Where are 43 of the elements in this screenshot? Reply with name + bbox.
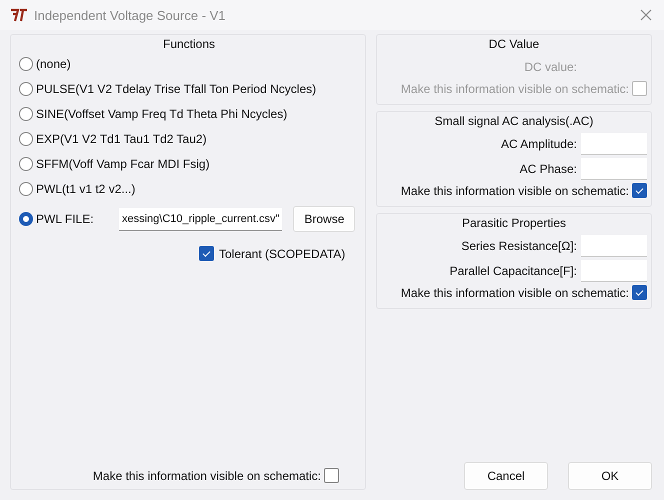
radio-button[interactable] [19,107,33,121]
group-title: Small signal AC analysis(.AC) [434,114,594,128]
radio-label[interactable]: EXP(V1 V2 Td1 Tau1 Td2 Tau2) [36,132,207,146]
group-title: Functions [162,37,216,51]
radio-button[interactable] [19,157,33,171]
field-label: Series Resistance[Ω]: [461,239,577,253]
input-field[interactable] [581,260,647,282]
cancel-button[interactable]: Cancel [464,462,548,490]
radio-button[interactable] [19,57,33,71]
field-label: DC value: [524,60,577,74]
radio-button[interactable] [19,182,33,196]
radio-label[interactable]: PWL FILE: [36,212,116,226]
radio-button[interactable] [19,132,33,146]
radio-label[interactable]: SFFM(Voff Vamp Fcar MDI Fsig) [36,157,210,171]
browse-button[interactable]: Browse [293,206,356,232]
group-title: Parasitic Properties [462,216,566,230]
field-label: Parallel Capacitance[F]: [450,264,577,278]
input-field[interactable] [581,133,647,155]
ok-button[interactable]: OK [568,462,652,490]
input-field[interactable] [581,158,647,180]
radio-button[interactable] [19,82,33,96]
checkbox-label: Make this information visible on schematic: [400,286,629,300]
window-title: Independent Voltage Source - V1 [34,8,227,22]
checkbox-label: Make this information visible on schematic: [400,82,629,96]
radio-label[interactable]: (none) [36,57,71,71]
checkbox-label: Tolerant (SCOPEDATA) [219,246,346,260]
file-path-field[interactable]: xessing\C10_ripple_current.csv" [119,208,282,230]
radio-label[interactable]: PWL(t1 v1 t2 v2...) [36,182,136,196]
field-label: AC Amplitude: [500,137,577,151]
checkbox[interactable] [632,183,647,198]
checkbox-label: Make this information visible on schematic: [400,184,629,198]
checkbox[interactable] [324,468,339,483]
radio-label[interactable]: PULSE(V1 V2 Tdelay Trise Tfall Ton Period Ncycles) [36,82,316,96]
app-logo-icon [10,8,28,22]
close-icon[interactable] [640,9,652,21]
radio-label[interactable]: SINE(Voffset Vamp Freq Td Theta Phi Ncycles) [36,107,288,121]
input-field[interactable] [581,235,647,257]
checkbox-label: Make this information visible on schematic: [92,468,321,482]
checkbox[interactable] [632,285,647,300]
checkbox[interactable] [199,246,214,261]
group-title: DC Value [488,37,540,51]
radio-button[interactable] [19,212,33,226]
field-label: AC Phase: [520,162,577,176]
